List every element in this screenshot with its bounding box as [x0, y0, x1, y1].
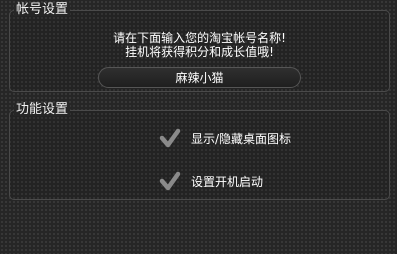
- autostart-option[interactable]: 设置开机启动: [159, 170, 263, 192]
- desktop-icon-option-label: 显示/隐藏桌面图标: [191, 131, 292, 146]
- account-settings-title: 帐号设置: [14, 2, 71, 17]
- check-icon[interactable]: [159, 127, 181, 149]
- autostart-option-label: 设置开机启动: [191, 174, 264, 189]
- account-settings-section: 请在下面输入您的淘宝帐号名称! 挂机将获得积分和成长值哦!: [9, 10, 390, 92]
- check-icon[interactable]: [159, 170, 181, 192]
- toggle-desktop-icon-option[interactable]: 显示/隐藏桌面图标: [159, 127, 291, 149]
- account-prompt-line-1: 请在下面输入您的淘宝帐号名称!: [113, 31, 286, 45]
- account-prompt-line-2: 挂机将获得积分和成长值哦!: [125, 45, 274, 59]
- function-settings-section: 显示/隐藏桌面图标 设置开机启动: [9, 110, 390, 200]
- function-settings-title: 功能设置: [14, 102, 71, 117]
- taobao-account-input[interactable]: [98, 67, 301, 88]
